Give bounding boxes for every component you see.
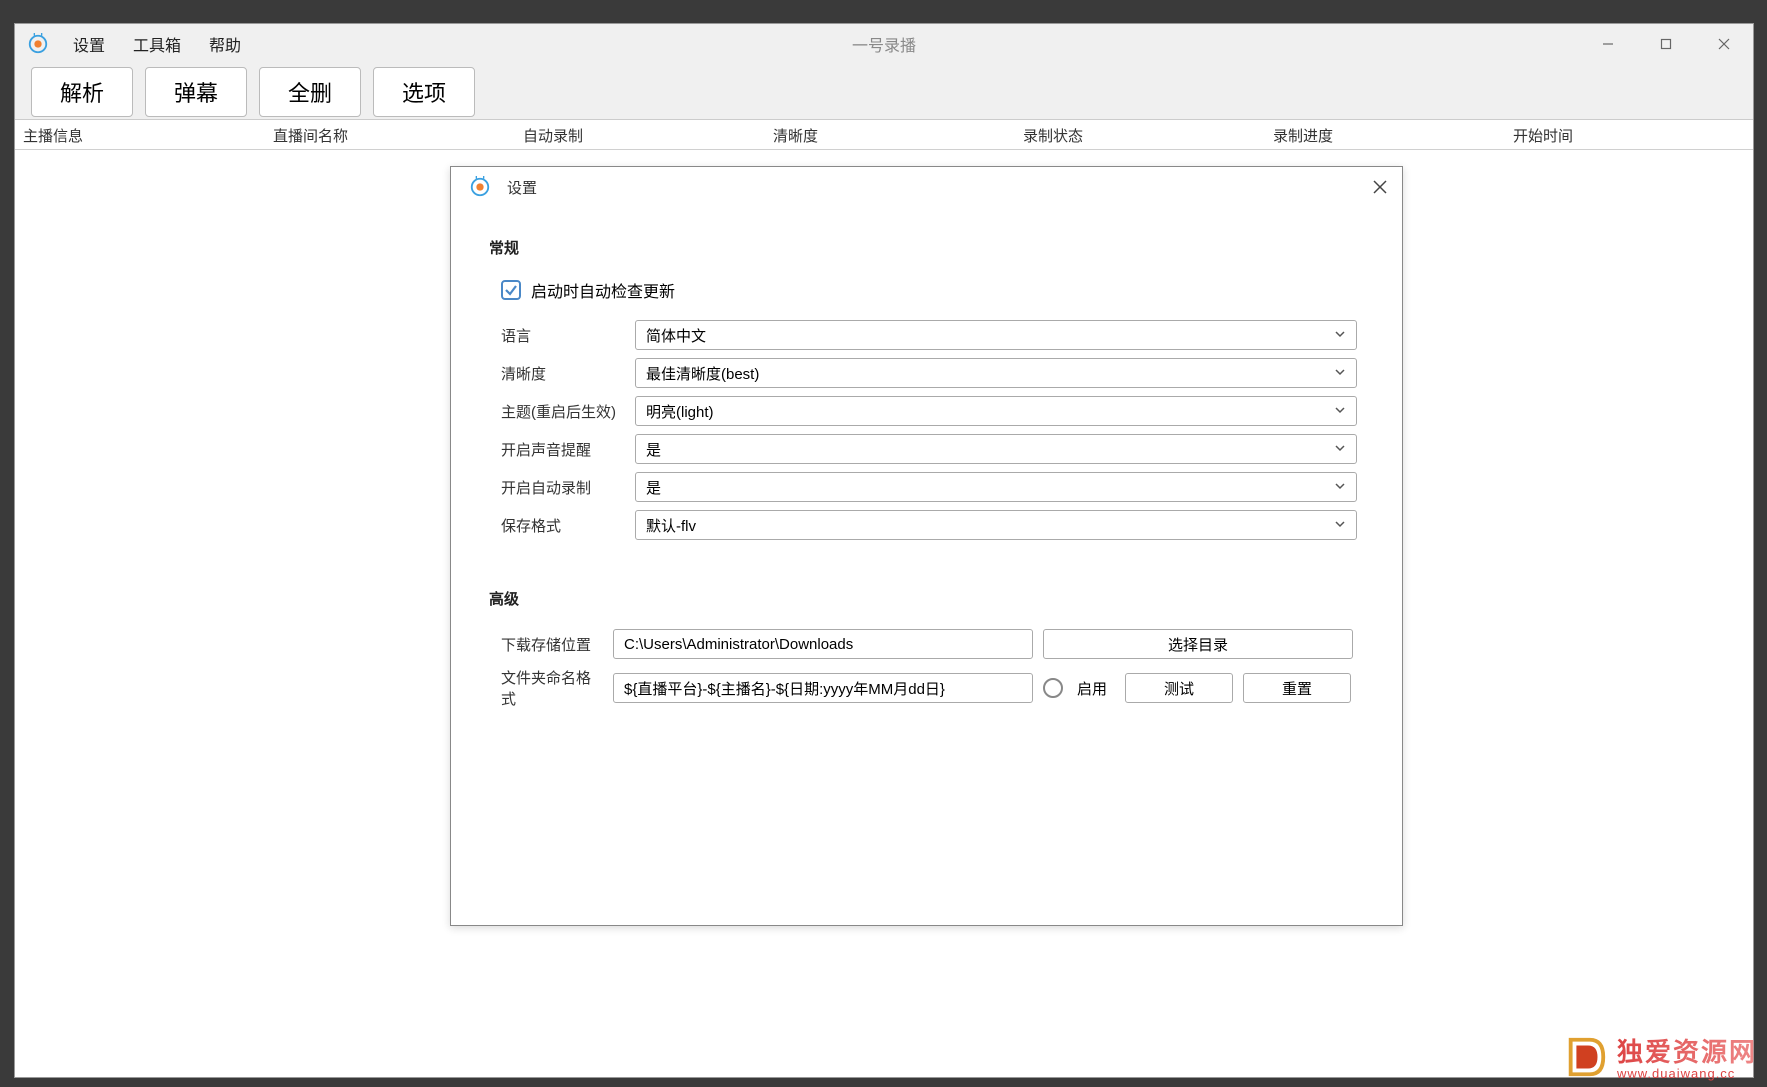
col-start-time[interactable]: 开始时间 xyxy=(1505,120,1745,149)
window-controls xyxy=(1579,24,1753,64)
theme-select[interactable]: 明亮(light) xyxy=(635,396,1357,426)
sound-alert-label: 开启声音提醒 xyxy=(501,439,635,460)
parse-button[interactable]: 解析 xyxy=(31,67,133,117)
options-button[interactable]: 选项 xyxy=(373,67,475,117)
app-icon xyxy=(27,33,49,55)
enable-radio[interactable] xyxy=(1043,678,1063,698)
maximize-button[interactable] xyxy=(1637,24,1695,64)
window-title: 一号录播 xyxy=(852,32,916,56)
dialog-title: 设置 xyxy=(507,177,537,198)
watermark-text-en: www.duaiwang.cc xyxy=(1617,1067,1757,1081)
watermark: 独爱资源网 www.duaiwang.cc xyxy=(1553,1028,1767,1087)
settings-dialog: 设置 常规 启动时自动检查更新 语言 简体中文 清晰度 最佳清晰度(best) xyxy=(450,166,1403,926)
chevron-down-icon xyxy=(1334,403,1346,420)
dialog-icon xyxy=(469,176,491,198)
save-format-label: 保存格式 xyxy=(501,515,635,536)
sound-alert-select[interactable]: 是 xyxy=(635,434,1357,464)
save-format-select[interactable]: 默认-flv xyxy=(635,510,1357,540)
download-location-label: 下载存储位置 xyxy=(501,634,603,655)
table-header: 主播信息 直播间名称 自动录制 清晰度 录制状态 录制进度 开始时间 xyxy=(15,120,1753,150)
menu-toolbox[interactable]: 工具箱 xyxy=(119,26,195,62)
menu-settings[interactable]: 设置 xyxy=(59,26,119,62)
chevron-down-icon xyxy=(1334,517,1346,534)
chevron-down-icon xyxy=(1334,365,1346,382)
dialog-header: 设置 xyxy=(451,167,1402,207)
quality-select[interactable]: 最佳清晰度(best) xyxy=(635,358,1357,388)
check-update-label: 启动时自动检查更新 xyxy=(531,278,675,302)
save-format-value: 默认-flv xyxy=(646,515,696,536)
close-button[interactable] xyxy=(1695,24,1753,64)
auto-record-value: 是 xyxy=(646,477,661,498)
titlebar: 设置 工具箱 帮助 一号录播 xyxy=(15,24,1753,64)
menu-help[interactable]: 帮助 xyxy=(195,26,255,62)
language-label: 语言 xyxy=(501,325,635,346)
folder-format-label: 文件夹命名格式 xyxy=(501,667,603,709)
col-broadcaster-info[interactable]: 主播信息 xyxy=(15,120,265,149)
dialog-close-button[interactable] xyxy=(1368,175,1392,199)
enable-radio-label: 启用 xyxy=(1077,678,1107,699)
col-room-name[interactable]: 直播间名称 xyxy=(265,120,515,149)
chevron-down-icon xyxy=(1334,327,1346,344)
language-select[interactable]: 简体中文 xyxy=(635,320,1357,350)
check-update-checkbox[interactable] xyxy=(501,280,521,300)
main-menu: 设置 工具箱 帮助 xyxy=(59,26,255,62)
toolbar: 解析 弹幕 全删 选项 xyxy=(15,64,1753,120)
theme-value: 明亮(light) xyxy=(646,401,714,422)
section-advanced-title: 高级 xyxy=(489,588,1364,609)
watermark-logo-icon xyxy=(1563,1034,1609,1085)
watermark-text-cn: 独爱资源网 xyxy=(1617,1038,1757,1067)
section-general-title: 常规 xyxy=(489,237,1364,258)
language-value: 简体中文 xyxy=(646,325,706,346)
quality-value: 最佳清晰度(best) xyxy=(646,363,759,384)
quality-label: 清晰度 xyxy=(501,363,635,384)
auto-record-label: 开启自动录制 xyxy=(501,477,635,498)
check-update-row: 启动时自动检查更新 xyxy=(489,278,1364,302)
theme-label: 主题(重启后生效) xyxy=(501,401,635,422)
minimize-button[interactable] xyxy=(1579,24,1637,64)
test-button[interactable]: 测试 xyxy=(1125,673,1233,703)
col-quality[interactable]: 清晰度 xyxy=(765,120,1015,149)
folder-format-input[interactable] xyxy=(613,673,1033,703)
dialog-body: 常规 启动时自动检查更新 语言 简体中文 清晰度 最佳清晰度(best) 主题(… xyxy=(451,207,1402,709)
col-record-progress[interactable]: 录制进度 xyxy=(1265,120,1505,149)
delete-all-button[interactable]: 全删 xyxy=(259,67,361,117)
chevron-down-icon xyxy=(1334,441,1346,458)
danmu-button[interactable]: 弹幕 xyxy=(145,67,247,117)
sound-alert-value: 是 xyxy=(646,439,661,460)
reset-button[interactable]: 重置 xyxy=(1243,673,1351,703)
auto-record-select[interactable]: 是 xyxy=(635,472,1357,502)
col-auto-record[interactable]: 自动录制 xyxy=(515,120,765,149)
chevron-down-icon xyxy=(1334,479,1346,496)
col-record-status[interactable]: 录制状态 xyxy=(1015,120,1265,149)
download-location-input[interactable] xyxy=(613,629,1033,659)
choose-directory-button[interactable]: 选择目录 xyxy=(1043,629,1353,659)
